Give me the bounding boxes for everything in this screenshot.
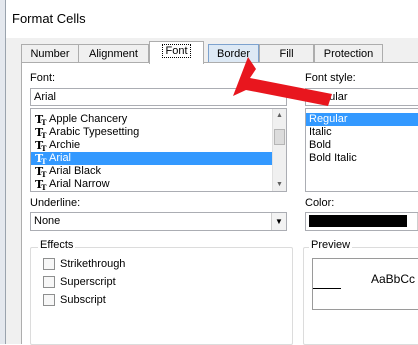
truetype-font-icon: TT	[35, 126, 47, 140]
list-item[interactable]: TT Arial Black	[31, 165, 286, 179]
list-item-selected[interactable]: Regular	[306, 113, 418, 126]
preview-sample: AaBbCc	[371, 272, 416, 286]
underline-select[interactable]: None ▼	[30, 212, 287, 231]
effects-title: Effects	[38, 239, 76, 251]
list-item[interactable]: Bold Italic	[306, 152, 418, 165]
list-item[interactable]: Bold	[306, 139, 418, 152]
list-item[interactable]: Italic	[306, 126, 418, 139]
color-label: Color:	[305, 197, 335, 209]
underline-value: None	[34, 215, 61, 227]
preview-baseline	[313, 288, 341, 289]
tab-strip: Number Alignment Font Border Fill Protec…	[21, 41, 418, 64]
font-style-list[interactable]: Regular Italic Bold Bold Italic	[305, 108, 418, 192]
superscript-checkbox[interactable]	[43, 276, 55, 288]
font-label: Font:	[30, 72, 56, 84]
underline-label: Underline:	[30, 197, 81, 209]
strikethrough-checkbox[interactable]	[43, 258, 55, 270]
list-item[interactable]: TT Archie	[31, 139, 286, 153]
truetype-font-icon: TT	[35, 152, 47, 166]
strikethrough-label: Strikethrough	[60, 258, 126, 270]
list-item-selected[interactable]: TT Arial	[31, 152, 272, 166]
scroll-down-icon[interactable]: ▼	[273, 178, 286, 191]
chevron-down-icon[interactable]: ▼	[271, 213, 286, 230]
tab-alignment[interactable]: Alignment	[78, 44, 149, 63]
window-title: Format Cells	[12, 11, 86, 26]
subscript-checkbox[interactable]	[43, 294, 55, 306]
scroll-thumb[interactable]	[274, 129, 285, 145]
superscript-label: Superscript	[60, 276, 116, 288]
list-item[interactable]: TT Arial Narrow	[31, 178, 286, 191]
color-swatch	[309, 215, 407, 227]
tab-font[interactable]: Font	[149, 41, 204, 64]
preview-title: Preview	[309, 239, 353, 251]
scroll-up-icon[interactable]: ▲	[273, 109, 286, 122]
truetype-font-icon: TT	[35, 165, 47, 179]
preview-box: AaBbCc	[312, 258, 418, 310]
truetype-font-icon: TT	[35, 178, 47, 192]
red-arrow-icon	[233, 57, 332, 106]
color-picker[interactable]: ▼	[305, 212, 418, 231]
font-tab-panel: Font: Arial TT Apple Chancery TT Arabic Ty…	[21, 62, 418, 345]
font-list-scrollbar[interactable]: ▲ ▼	[272, 109, 286, 191]
tab-number[interactable]: Number	[21, 44, 79, 63]
font-list[interactable]: TT Apple Chancery TT Arabic Typesetting TT…	[30, 108, 287, 192]
format-cells-dialog: Format Cells Number Alignment Font Borde…	[5, 0, 418, 345]
title-bar: Format Cells	[6, 0, 418, 38]
subscript-label: Subscript	[60, 294, 106, 306]
list-item[interactable]: TT Arabic Typesetting	[31, 126, 286, 140]
truetype-font-icon: TT	[35, 113, 47, 127]
list-item[interactable]: TT Apple Chancery	[31, 113, 286, 127]
truetype-font-icon: TT	[35, 139, 47, 153]
